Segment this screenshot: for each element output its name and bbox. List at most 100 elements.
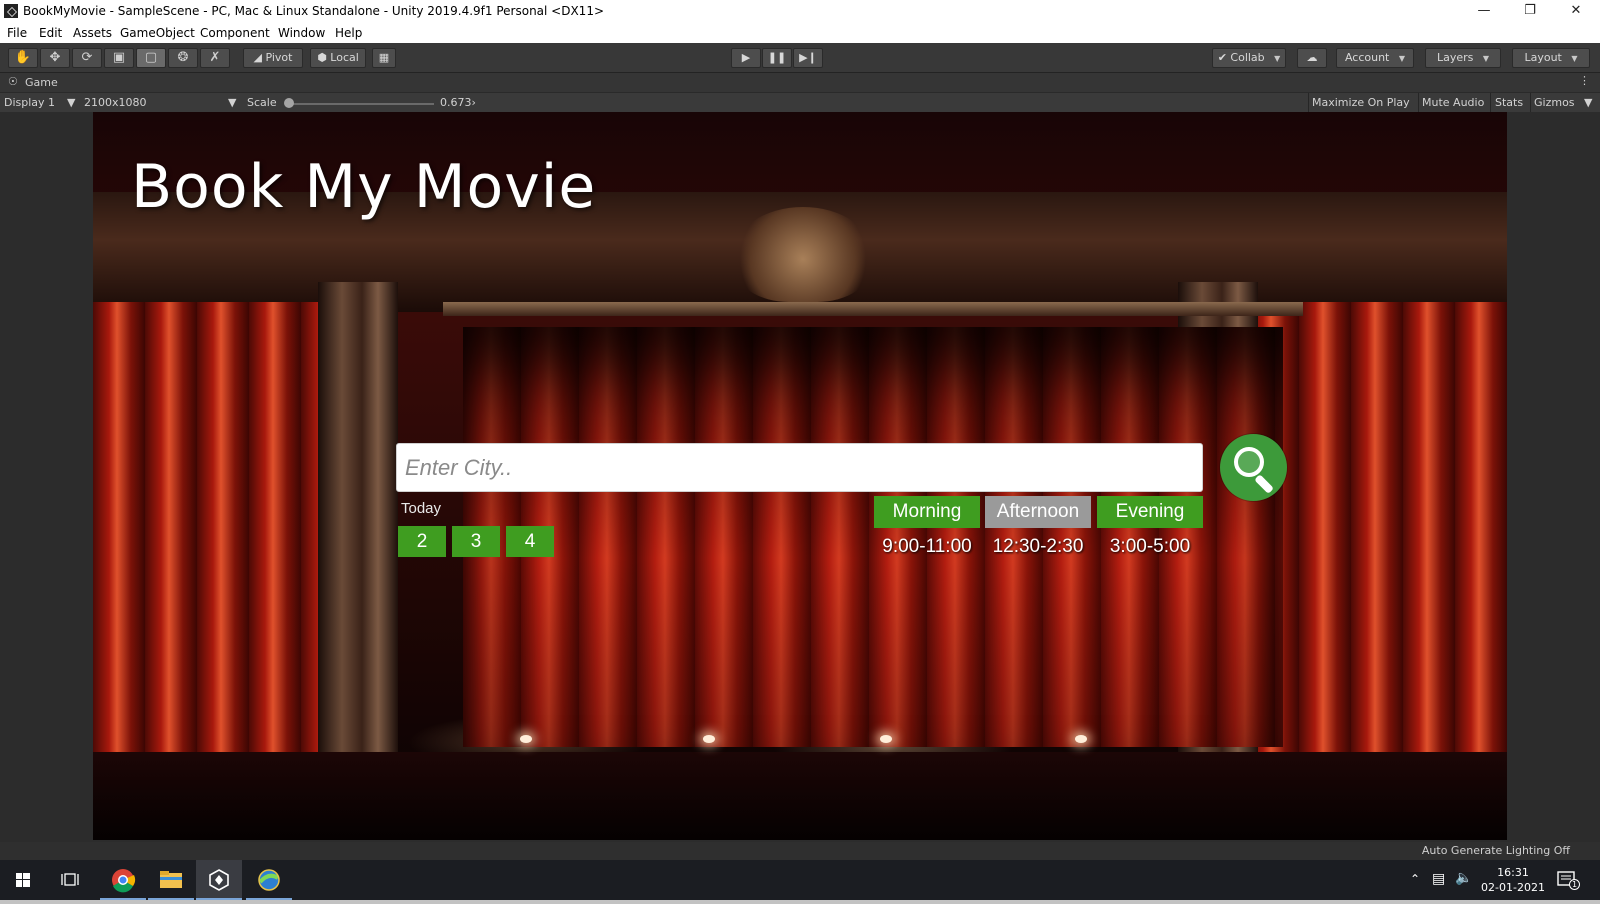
check-icon: ✔ — [1217, 51, 1227, 64]
account-label: Account — [1344, 51, 1390, 64]
pause-icon[interactable]: ❚❚ — [762, 48, 792, 68]
minimize-icon[interactable]: — — [1461, 0, 1507, 23]
volume-icon[interactable]: 🔈 — [1455, 870, 1472, 886]
idm-icon[interactable] — [246, 860, 292, 900]
grid-snap-icon[interactable]: ▦ — [372, 48, 396, 68]
rotate-tool-icon[interactable]: ⟳ — [72, 48, 102, 68]
taskbar: ⌃ ▤ 🔈 16:31 02-01-2021 1 — [0, 860, 1600, 900]
layout-dropdown[interactable]: Layout ▼ — [1512, 48, 1590, 68]
notification-center-icon[interactable]: 1 — [1556, 870, 1580, 890]
menu-window[interactable]: Window — [278, 26, 325, 40]
collab-button[interactable]: ✔ Collab ▼ — [1212, 48, 1286, 68]
slot-afternoon-button[interactable]: Afternoon — [985, 496, 1091, 528]
kebab-menu-icon[interactable]: ⋮ — [1579, 74, 1590, 87]
day-button-2[interactable]: 2 — [398, 526, 446, 557]
scale-slider-handle[interactable] — [284, 98, 294, 108]
chrome-icon[interactable] — [100, 860, 146, 900]
game-viewport: Book My Movie Today 2 3 4 Morning Aftern… — [93, 112, 1507, 840]
tray-chevron-up-icon[interactable]: ⌃ — [1410, 872, 1420, 886]
city-input[interactable] — [396, 443, 1203, 492]
left-pillar — [318, 282, 398, 762]
search-button[interactable] — [1220, 434, 1287, 501]
slot-evening-time: 3:00-5:00 — [1109, 536, 1191, 557]
pivot-icon: ◢ — [253, 51, 262, 64]
menu-component[interactable]: Component — [200, 26, 270, 40]
display-dropdown[interactable]: Display 1 — [4, 96, 55, 109]
layers-label: Layers — [1436, 51, 1474, 64]
maximize-on-play-toggle[interactable]: Maximize On Play — [1312, 96, 1410, 109]
scale-slider-track[interactable] — [287, 103, 434, 105]
chevron-down-icon: ▼ — [1482, 54, 1490, 63]
app-title: Book My Movie — [131, 152, 597, 222]
right-curtain — [1247, 302, 1507, 752]
scale-tool-icon[interactable]: ▣ — [104, 48, 134, 68]
menu-gameobject[interactable]: GameObject — [120, 26, 195, 40]
file-explorer-icon[interactable] — [148, 860, 194, 900]
footlight — [1075, 735, 1087, 743]
stats-toggle[interactable]: Stats — [1495, 96, 1523, 109]
theater-crest — [733, 207, 873, 302]
left-curtain — [93, 302, 353, 752]
window-title: BookMyMovie - SampleScene - PC, Mac & Li… — [23, 4, 605, 18]
tab-game[interactable]: Game — [25, 76, 58, 89]
day-button-4[interactable]: 4 — [506, 526, 554, 557]
menu-file[interactable]: File — [7, 26, 27, 40]
unity-icon — [4, 4, 18, 18]
game-view: Book My Movie Today 2 3 4 Morning Aftern… — [0, 112, 1600, 842]
restore-icon[interactable]: ❐ — [1507, 0, 1553, 23]
mute-audio-toggle[interactable]: Mute Audio — [1422, 96, 1484, 109]
pivot-label: Pivot — [265, 51, 293, 64]
footlight — [880, 735, 892, 743]
window-titlebar: BookMyMovie - SampleScene - PC, Mac & Li… — [0, 0, 1600, 23]
cube-icon: ⬢ — [317, 51, 327, 64]
chevron-down-icon: ▼ — [1274, 54, 1281, 63]
hand-tool-icon[interactable]: ✋ — [8, 48, 38, 68]
slot-afternoon-time: 12:30-2:30 — [992, 536, 1084, 557]
status-bar: Auto Generate Lighting Off — [0, 842, 1600, 860]
tray-clock[interactable]: 16:31 02-01-2021 — [1478, 865, 1548, 895]
layers-dropdown[interactable]: Layers ▼ — [1425, 48, 1501, 68]
slot-evening-button[interactable]: Evening — [1097, 496, 1203, 528]
task-view-icon[interactable] — [48, 860, 94, 900]
game-options-bar: Display 1 ▼ 2100x1080 ▼ Scale 0.673› Max… — [0, 92, 1600, 113]
rect-tool-icon[interactable]: ▢ — [136, 48, 166, 68]
close-icon[interactable]: ✕ — [1553, 0, 1599, 23]
stage-frame — [443, 302, 1303, 316]
stage-floor — [93, 752, 1507, 840]
day-button-3[interactable]: 3 — [452, 526, 500, 557]
chevron-down-icon: ▼ — [1398, 54, 1406, 63]
gamepad-icon: ☉ — [8, 75, 18, 88]
windows-start-icon[interactable] — [0, 860, 46, 900]
toolbar: ✋ ✥ ⟳ ▣ ▢ ❂ ✗ ◢ Pivot ⬢ Local ▦ ▶ ❚❚ ▶❙ … — [0, 43, 1600, 73]
slot-morning-time: 9:00-11:00 — [882, 536, 972, 557]
clock-date: 02-01-2021 — [1481, 881, 1545, 894]
game-tab-bar: ☉ Game ⋮ — [0, 73, 1600, 92]
menu-assets[interactable]: Assets — [73, 26, 112, 40]
move-tool-icon[interactable]: ✥ — [40, 48, 70, 68]
menu-bar: File Edit Assets GameObject Component Wi… — [0, 23, 1600, 43]
transform-tool-icon[interactable]: ❂ — [168, 48, 198, 68]
cloud-icon[interactable]: ☁ — [1297, 48, 1327, 68]
gizmos-toggle[interactable]: Gizmos — [1534, 96, 1575, 109]
lighting-status: Auto Generate Lighting Off — [1421, 844, 1570, 857]
search-icon — [1234, 447, 1264, 477]
account-dropdown[interactable]: Account ▼ — [1336, 48, 1414, 68]
notification-count-badge: 1 — [1569, 879, 1580, 890]
resolution-dropdown[interactable]: 2100x1080 — [84, 96, 147, 109]
pivot-toggle[interactable]: ◢ Pivot — [243, 48, 303, 68]
chevron-down-icon: ▼ — [1571, 54, 1578, 63]
menu-edit[interactable]: Edit — [39, 26, 62, 40]
collab-label: Collab — [1230, 51, 1265, 64]
slot-morning-button[interactable]: Morning — [874, 496, 980, 528]
unity-taskbar-icon[interactable] — [196, 860, 242, 900]
local-toggle[interactable]: ⬢ Local — [310, 48, 366, 68]
step-icon[interactable]: ▶❙ — [793, 48, 823, 68]
menu-help[interactable]: Help — [335, 26, 362, 40]
chevron-down-icon: ▼ — [1584, 96, 1593, 109]
local-label: Local — [330, 51, 359, 64]
chevron-down-icon: ▼ — [67, 96, 76, 109]
custom-tool-icon[interactable]: ✗ — [200, 48, 230, 68]
footlight — [520, 735, 532, 743]
play-icon[interactable]: ▶ — [731, 48, 761, 68]
network-icon[interactable]: ▤ — [1432, 871, 1445, 887]
